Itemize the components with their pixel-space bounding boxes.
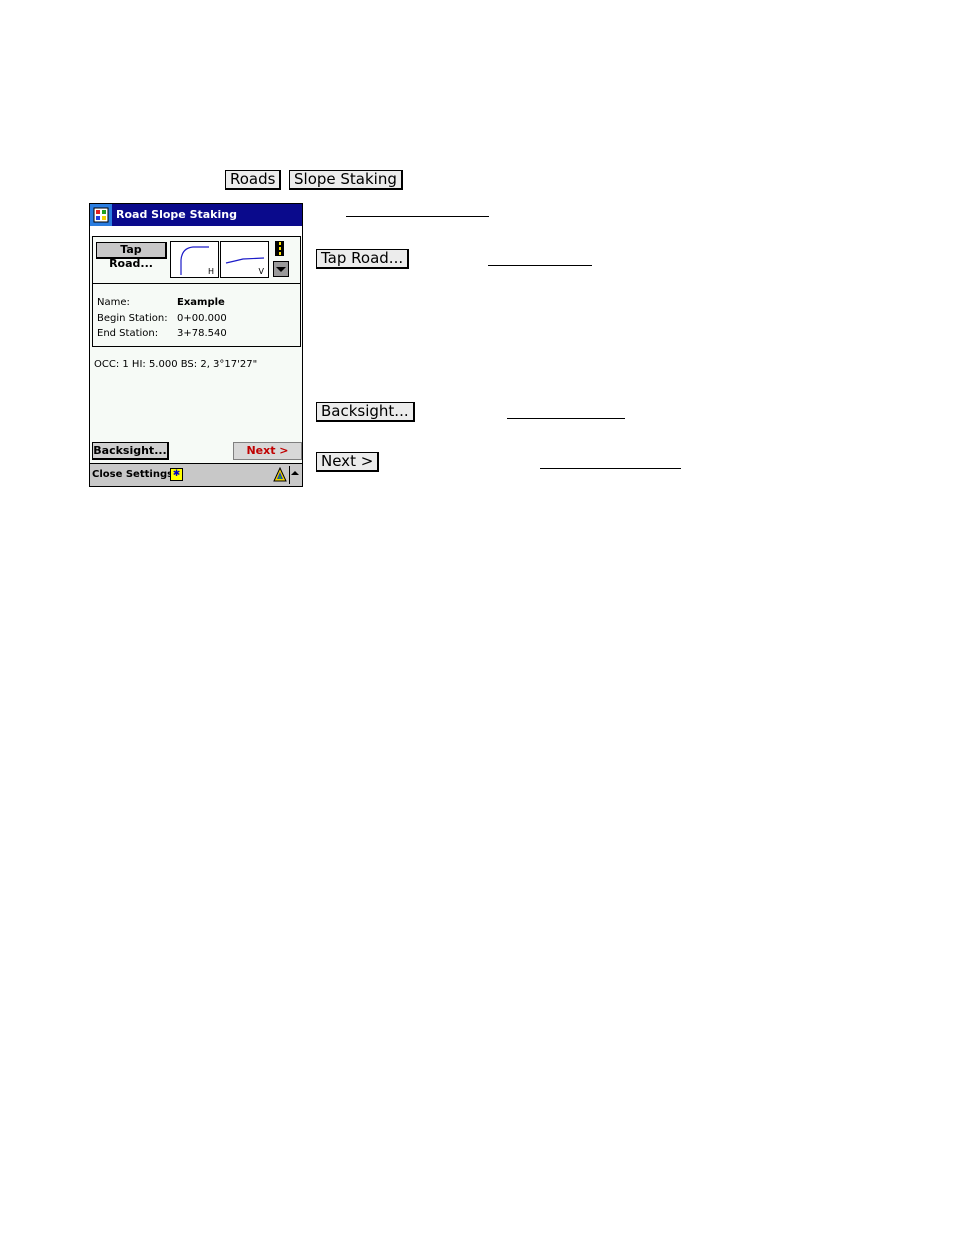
settings-icon[interactable]: ✱ <box>170 468 183 481</box>
close-settings-menu[interactable]: Close Settings <box>92 469 173 480</box>
occupation-status: OCC: 1 HI: 5.000 BS: 2, 3°17'27" <box>94 359 258 370</box>
device-screen: Road Slope Staking Tap Road... H V Name:… <box>89 203 303 487</box>
backsight-button[interactable]: Backsight... <box>92 442 169 460</box>
blank-line-4 <box>540 468 681 469</box>
tap-road-doc-button[interactable]: Tap Road... <box>316 249 410 269</box>
next-button[interactable]: Next > <box>233 442 302 460</box>
vertical-preview[interactable]: V <box>220 241 269 278</box>
input-panel-icon[interactable] <box>273 466 287 482</box>
backsight-label: Backsight... <box>93 444 167 457</box>
backsight-doc-button[interactable]: Backsight... <box>316 402 415 422</box>
window-title: Road Slope Staking <box>116 208 237 221</box>
blank-line-2 <box>488 265 592 266</box>
roads-menu-button[interactable]: Roads <box>225 170 282 190</box>
title-bar: Road Slope Staking <box>90 204 302 226</box>
name-value: Example <box>177 297 225 308</box>
road-lanes-icon <box>275 241 284 256</box>
end-station-label: End Station: <box>97 328 159 339</box>
end-station-value: 3+78.540 <box>177 328 227 339</box>
horizontal-label: H <box>207 267 214 276</box>
start-menu-icon[interactable] <box>90 204 112 226</box>
blank-line-1 <box>346 216 489 217</box>
tap-road-button[interactable]: Tap Road... <box>96 242 167 270</box>
next-doc-button[interactable]: Next > <box>316 452 380 472</box>
road-panel: Tap Road... H V Name: Example Begin Stat… <box>92 236 301 347</box>
begin-station-label: Begin Station: <box>97 313 168 324</box>
dropdown-arrow-button[interactable] <box>273 261 289 277</box>
blank-line-3 <box>507 418 625 419</box>
sip-up-arrow-icon[interactable] <box>291 471 299 475</box>
vertical-label: V <box>258 267 264 276</box>
name-label: Name: <box>97 297 130 308</box>
command-bar: Close Settings ✱ <box>90 463 302 486</box>
begin-station-value: 0+00.000 <box>177 313 227 324</box>
next-label: Next > <box>246 444 289 457</box>
horizontal-preview[interactable]: H <box>170 241 219 278</box>
slope-staking-menu-button[interactable]: Slope Staking <box>289 170 403 190</box>
